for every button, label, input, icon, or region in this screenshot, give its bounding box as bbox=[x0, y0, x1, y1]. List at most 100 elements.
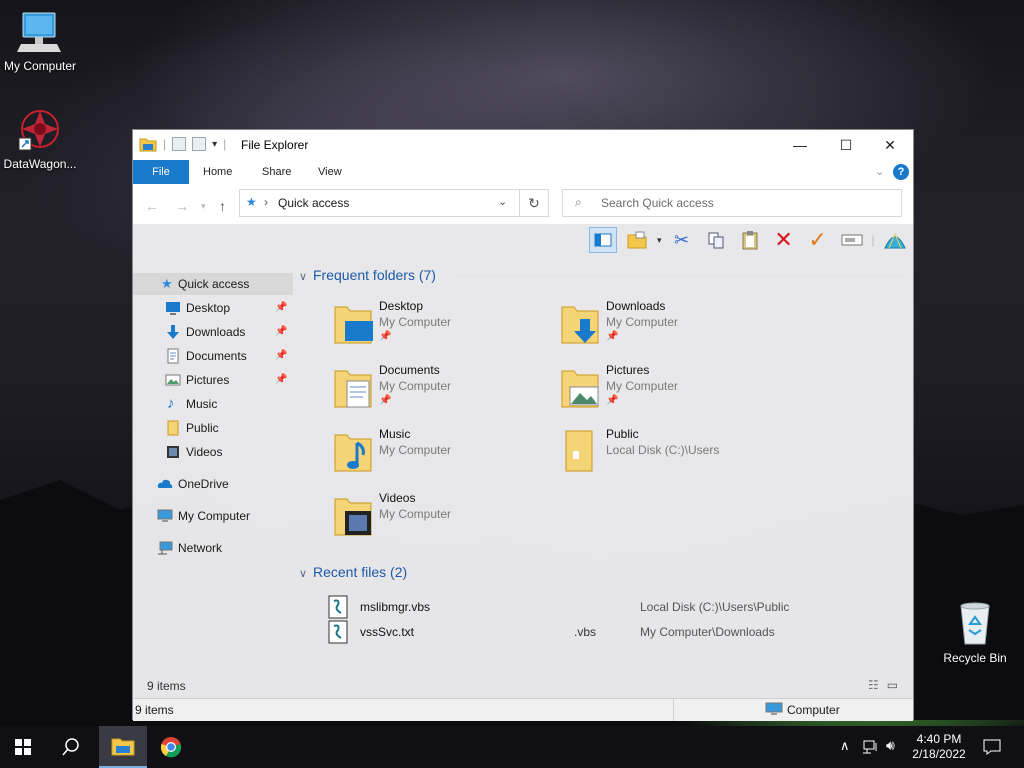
volume-icon[interactable]: 🔊︎ bbox=[886, 737, 895, 754]
large-icons-view-icon[interactable]: ▭ bbox=[887, 678, 898, 692]
pin-icon[interactable]: 📌 bbox=[275, 297, 287, 319]
tab-view[interactable]: View bbox=[304, 160, 356, 184]
details-view-icon[interactable]: ☷ bbox=[868, 678, 879, 692]
properties-icon[interactable] bbox=[172, 137, 187, 151]
folder-tile[interactable]: Desktop My Computer 📌 bbox=[333, 299, 553, 359]
folder-tile[interactable]: Documents My Computer 📌 bbox=[333, 363, 553, 423]
pin-icon[interactable]: 📌 bbox=[275, 369, 287, 391]
folder-tile[interactable]: Public Local Disk (C:)\Users bbox=[560, 427, 780, 487]
tab-share[interactable]: Share bbox=[248, 160, 305, 184]
computer-icon bbox=[765, 702, 783, 715]
recent-file-row[interactable]: mslibmgr.vbs Local Disk (C:)\Users\Publi… bbox=[328, 595, 888, 619]
title-bar: | ▾ | File Explorer — ☐ ✕ bbox=[133, 130, 913, 160]
section-header: Recent files (2) bbox=[313, 564, 408, 580]
up-arrow-icon[interactable]: ↑ bbox=[219, 198, 226, 214]
chrome-icon bbox=[160, 737, 182, 758]
network-icon bbox=[158, 541, 173, 555]
desktop-icon-my-computer[interactable]: My Computer bbox=[0, 10, 80, 73]
computer-icon bbox=[157, 509, 173, 522]
sidebar-item-my-computer[interactable]: My Computer bbox=[133, 505, 293, 527]
status-item-count: 9 items bbox=[135, 703, 174, 717]
divider bbox=[673, 699, 674, 721]
close-button[interactable]: ✕ bbox=[867, 130, 913, 160]
recent-locations-icon[interactable]: ▾ bbox=[201, 201, 206, 212]
expand-ribbon-icon[interactable]: ⌄ bbox=[875, 165, 884, 178]
section-frequent-folders[interactable]: ∨ Frequent folders (7) bbox=[299, 267, 436, 283]
sidebar-item-label: My Computer bbox=[178, 509, 251, 523]
folder-location: My Computer bbox=[606, 315, 679, 329]
video-icon bbox=[167, 446, 179, 458]
folder-location: My Computer bbox=[379, 315, 452, 329]
folder-name: Public bbox=[606, 427, 639, 441]
sidebar-item-public[interactable]: Public bbox=[133, 417, 293, 439]
folder-icon[interactable] bbox=[139, 136, 157, 152]
forward-arrow-icon[interactable]: → bbox=[175, 198, 189, 214]
search-box[interactable]: ⌕ Search Quick access bbox=[562, 189, 902, 217]
sidebar-item-videos[interactable]: Videos bbox=[133, 441, 293, 463]
notification-icon[interactable] bbox=[983, 739, 1001, 755]
clock[interactable]: 4:40 PM 2/18/2022 bbox=[906, 732, 972, 762]
clock-date: 2/18/2022 bbox=[912, 747, 966, 761]
rename-icon[interactable] bbox=[838, 227, 866, 253]
paste-icon[interactable] bbox=[736, 227, 764, 253]
sidebar-item-label: Desktop bbox=[186, 301, 231, 315]
tab-home[interactable]: Home bbox=[189, 160, 246, 184]
sidebar-item-downloads[interactable]: Downloads 📌 bbox=[133, 321, 293, 343]
computer-icon bbox=[17, 12, 61, 52]
separator: | bbox=[223, 137, 227, 151]
sidebar-item-documents[interactable]: Documents 📌 bbox=[133, 345, 293, 367]
folder-tile[interactable]: Videos My Computer bbox=[333, 491, 553, 551]
search-button[interactable] bbox=[48, 726, 94, 768]
pin-icon: 📌 bbox=[379, 395, 392, 406]
taskbar-chrome[interactable] bbox=[148, 726, 194, 768]
address-bar[interactable]: ★ › Quick access ⌄ bbox=[239, 189, 547, 217]
minimize-button[interactable]: — bbox=[777, 130, 823, 160]
folder-name: Desktop bbox=[379, 299, 424, 313]
delete-icon[interactable]: ✕ bbox=[770, 227, 798, 253]
shell-icon[interactable] bbox=[881, 227, 909, 253]
cut-icon[interactable]: ✂ bbox=[668, 227, 696, 253]
sidebar-item-music[interactable]: ♪ Music bbox=[133, 393, 293, 415]
documents-folder-icon bbox=[334, 370, 372, 408]
start-button[interactable] bbox=[0, 726, 46, 768]
help-icon[interactable]: ? bbox=[893, 164, 909, 180]
new-folder-icon[interactable] bbox=[623, 227, 651, 253]
copy-icon[interactable] bbox=[702, 227, 730, 253]
taskbar-file-explorer[interactable] bbox=[99, 726, 147, 768]
pin-icon[interactable]: 📌 bbox=[275, 345, 287, 367]
sidebar-item-label: Network bbox=[178, 541, 223, 555]
sidebar-item-pictures[interactable]: Pictures 📌 bbox=[133, 369, 293, 391]
refresh-button[interactable]: ↻ bbox=[519, 189, 549, 217]
recent-file-row[interactable]: vssSvc.txt .vbs My Computer\Downloads bbox=[328, 620, 888, 644]
tab-file[interactable]: File bbox=[133, 160, 189, 184]
back-arrow-icon[interactable]: ← bbox=[145, 198, 159, 214]
checkmark-icon[interactable]: ✓ bbox=[804, 227, 832, 253]
divider bbox=[451, 276, 903, 277]
folder-tile[interactable]: Downloads My Computer 📌 bbox=[560, 299, 780, 359]
separator: | bbox=[163, 137, 167, 151]
preview-pane-icon[interactable] bbox=[589, 227, 617, 253]
search-icon bbox=[62, 738, 79, 756]
separator: | bbox=[871, 233, 875, 247]
folder-tile[interactable]: Pictures My Computer 📌 bbox=[560, 363, 780, 423]
show-hidden-icons-icon[interactable]: ∧ bbox=[840, 738, 850, 754]
network-icon[interactable] bbox=[862, 739, 880, 755]
chevron-down-icon[interactable]: ▾ bbox=[212, 139, 217, 150]
sidebar-item-onedrive[interactable]: OneDrive bbox=[133, 473, 293, 495]
folder-tile[interactable]: Music My Computer bbox=[333, 427, 553, 487]
section-recent-files[interactable]: ∨ Recent files (2) bbox=[299, 564, 407, 580]
folder-location: Local Disk (C:)\Users bbox=[606, 443, 720, 457]
pin-icon: 📌 bbox=[606, 395, 619, 406]
sidebar-item-quick-access[interactable]: ★ Quick access bbox=[133, 273, 293, 295]
chevron-down-icon[interactable]: ⌄ bbox=[498, 195, 507, 208]
desktop-icon-datawagon[interactable]: DataWagon... bbox=[0, 106, 80, 171]
desktop-icon-recycle-bin[interactable]: Recycle Bin bbox=[935, 600, 1015, 665]
sidebar-item-network[interactable]: Network bbox=[133, 537, 293, 559]
address-path[interactable]: Quick access bbox=[278, 196, 349, 210]
chevron-down-icon[interactable]: ▾ bbox=[657, 235, 662, 246]
sidebar-item-desktop[interactable]: Desktop 📌 bbox=[133, 297, 293, 319]
new-folder-icon[interactable] bbox=[192, 137, 207, 151]
file-extension: .vbs bbox=[574, 625, 597, 639]
maximize-button[interactable]: ☐ bbox=[823, 130, 869, 160]
pin-icon[interactable]: 📌 bbox=[275, 321, 287, 343]
